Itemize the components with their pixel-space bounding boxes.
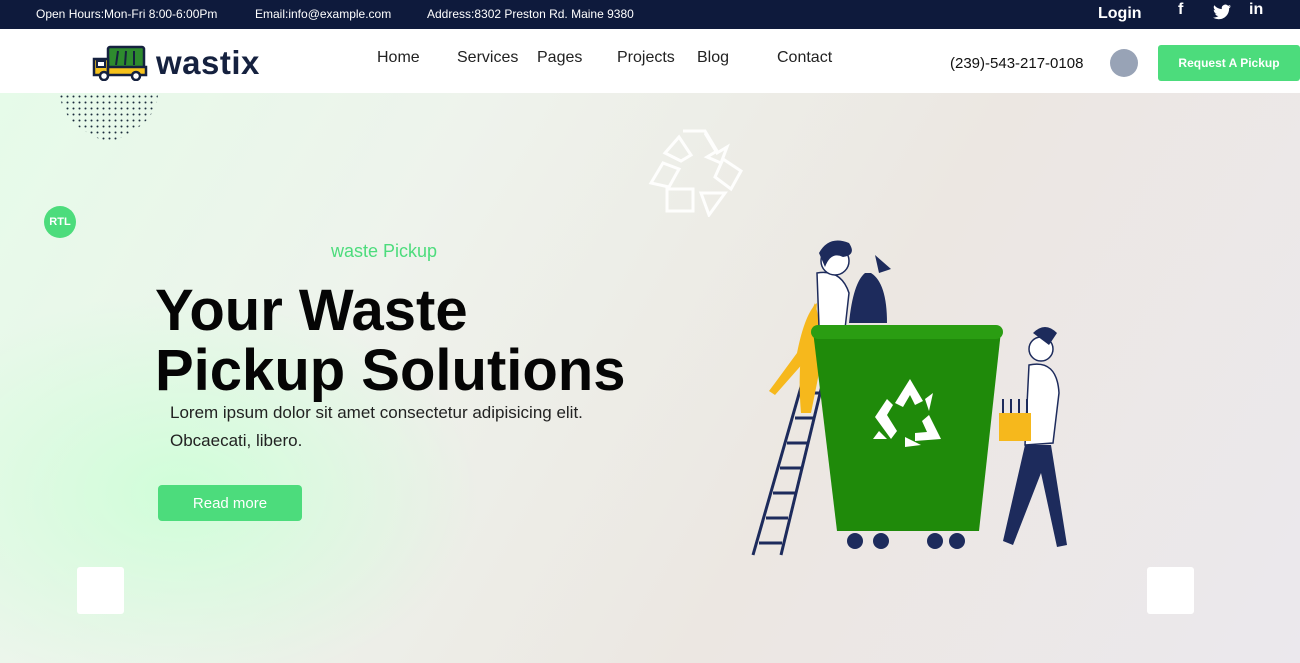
avatar[interactable] [1110, 49, 1138, 77]
request-pickup-button[interactable]: Request A Pickup [1158, 45, 1300, 81]
recycling-illustration [751, 240, 1067, 556]
nav-home[interactable]: Home [377, 49, 420, 67]
phone-number[interactable]: (239)-543-217-0108 [950, 55, 1083, 72]
linkedin-icon[interactable]: in [1249, 1, 1263, 19]
main-navbar: wastix Home Services Pages Projects Blog… [0, 29, 1300, 93]
decor-square-left [77, 567, 124, 614]
read-more-button[interactable]: Read more [158, 485, 302, 521]
decor-square-right [1147, 567, 1194, 614]
nav-contact[interactable]: Contact [777, 49, 832, 67]
headline-line-1: Your Waste [155, 278, 468, 343]
dot-pattern [60, 95, 158, 143]
desc-line-2: Obcaecati, libero. [170, 431, 303, 450]
email-info: Email:info@example.com [255, 7, 392, 21]
nav-pages[interactable]: Pages [537, 49, 582, 67]
brand-name: wastix [156, 44, 260, 81]
brand-logo[interactable]: wastix [92, 44, 260, 82]
rtl-toggle[interactable]: RTL [44, 206, 76, 238]
top-info-bar: Open Hours:Mon-Fri 8:00-6:00Pm Email:inf… [0, 0, 1300, 29]
address-info: Address:8302 Preston Rd. Maine 9380 [427, 7, 634, 21]
login-link[interactable]: Login [1098, 5, 1142, 23]
facebook-icon[interactable]: f [1178, 1, 1183, 19]
headline-line-2: Pickup Solutions [155, 338, 626, 403]
nav-services[interactable]: Services [457, 49, 518, 67]
open-hours: Open Hours:Mon-Fri 8:00-6:00Pm [36, 7, 218, 21]
hero-description: Lorem ipsum dolor sit amet consectetur a… [170, 399, 640, 455]
hero-subtitle: waste Pickup [331, 241, 438, 261]
desc-line-1: Lorem ipsum dolor sit amet consectetur a… [170, 403, 583, 422]
nav-projects[interactable]: Projects [617, 49, 675, 67]
truck-icon [92, 45, 148, 81]
hero-section: RTL waste Pickup Your Waste Pickup Solut… [0, 93, 1300, 663]
hero-headline: Your Waste Pickup Solutions [155, 281, 626, 401]
twitter-icon[interactable] [1213, 1, 1231, 25]
nav-blog[interactable]: Blog [697, 49, 729, 67]
recycle-icon [648, 129, 743, 217]
